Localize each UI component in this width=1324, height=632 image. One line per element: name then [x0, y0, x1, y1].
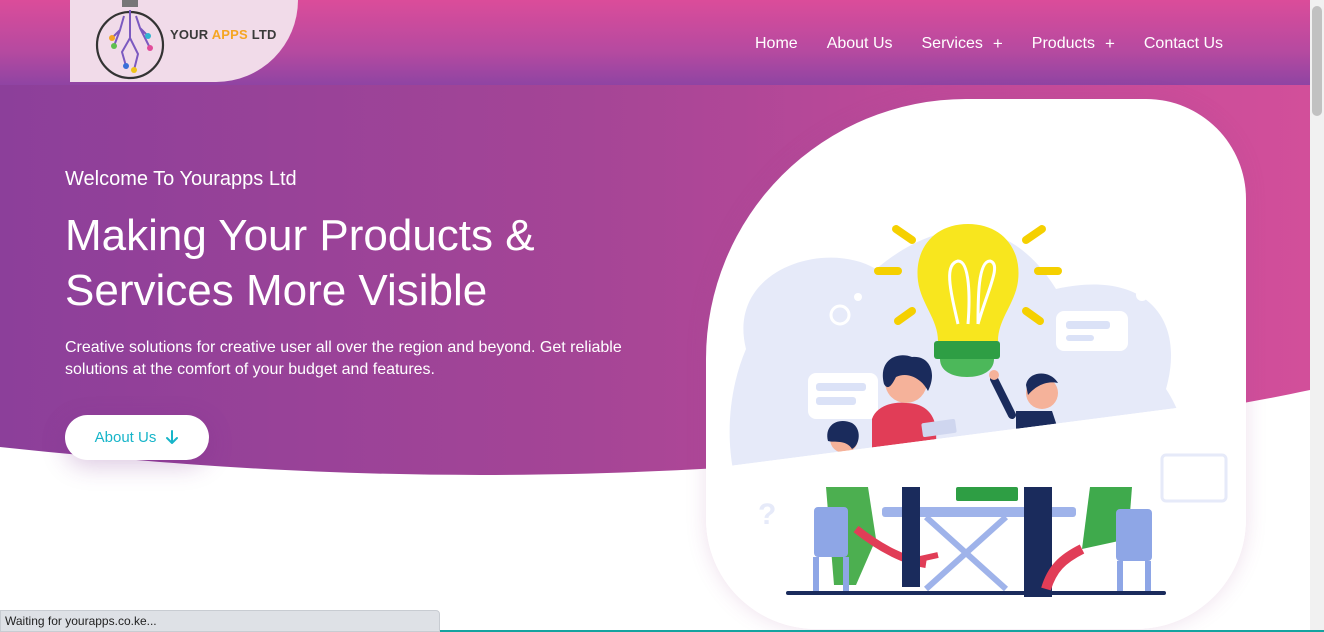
nav-item-products[interactable]: Products +	[1032, 34, 1115, 54]
about-us-button[interactable]: About Us	[65, 415, 209, 460]
hero-headline: Making Your Products & Services More Vis…	[65, 211, 535, 315]
lightbulb-logo-icon	[95, 0, 165, 80]
nav-item-services[interactable]: Services +	[922, 34, 1003, 54]
nav-item-home[interactable]: Home	[755, 34, 798, 54]
svg-text:?: ?	[758, 498, 776, 531]
expand-plus-icon[interactable]: +	[993, 34, 1003, 54]
hero-illustration-card: ? ?	[706, 99, 1246, 629]
hero-description: Creative solutions for creative user all…	[65, 339, 622, 378]
team-idea-illustration: ? ?	[706, 224, 1246, 629]
expand-plus-icon[interactable]: +	[1105, 34, 1115, 54]
arrow-down-icon	[166, 430, 179, 444]
scrollbar-thumb[interactable]	[1312, 6, 1322, 116]
browser-status-bar: Waiting for yourapps.co.ke...	[0, 610, 440, 632]
logo-wordmark: YOUR APPS LTD	[170, 27, 277, 42]
nav-item-contact-us[interactable]: Contact Us	[1144, 34, 1223, 54]
svg-text:?: ?	[1130, 387, 1146, 417]
nav-item-about-us[interactable]: About Us	[827, 34, 893, 54]
hero-welcome-text: Welcome To Yourapps Ltd	[65, 168, 297, 190]
main-nav: Home About Us Services + Products + Contac…	[755, 34, 1252, 54]
page-scrollbar[interactable]	[1310, 0, 1324, 632]
